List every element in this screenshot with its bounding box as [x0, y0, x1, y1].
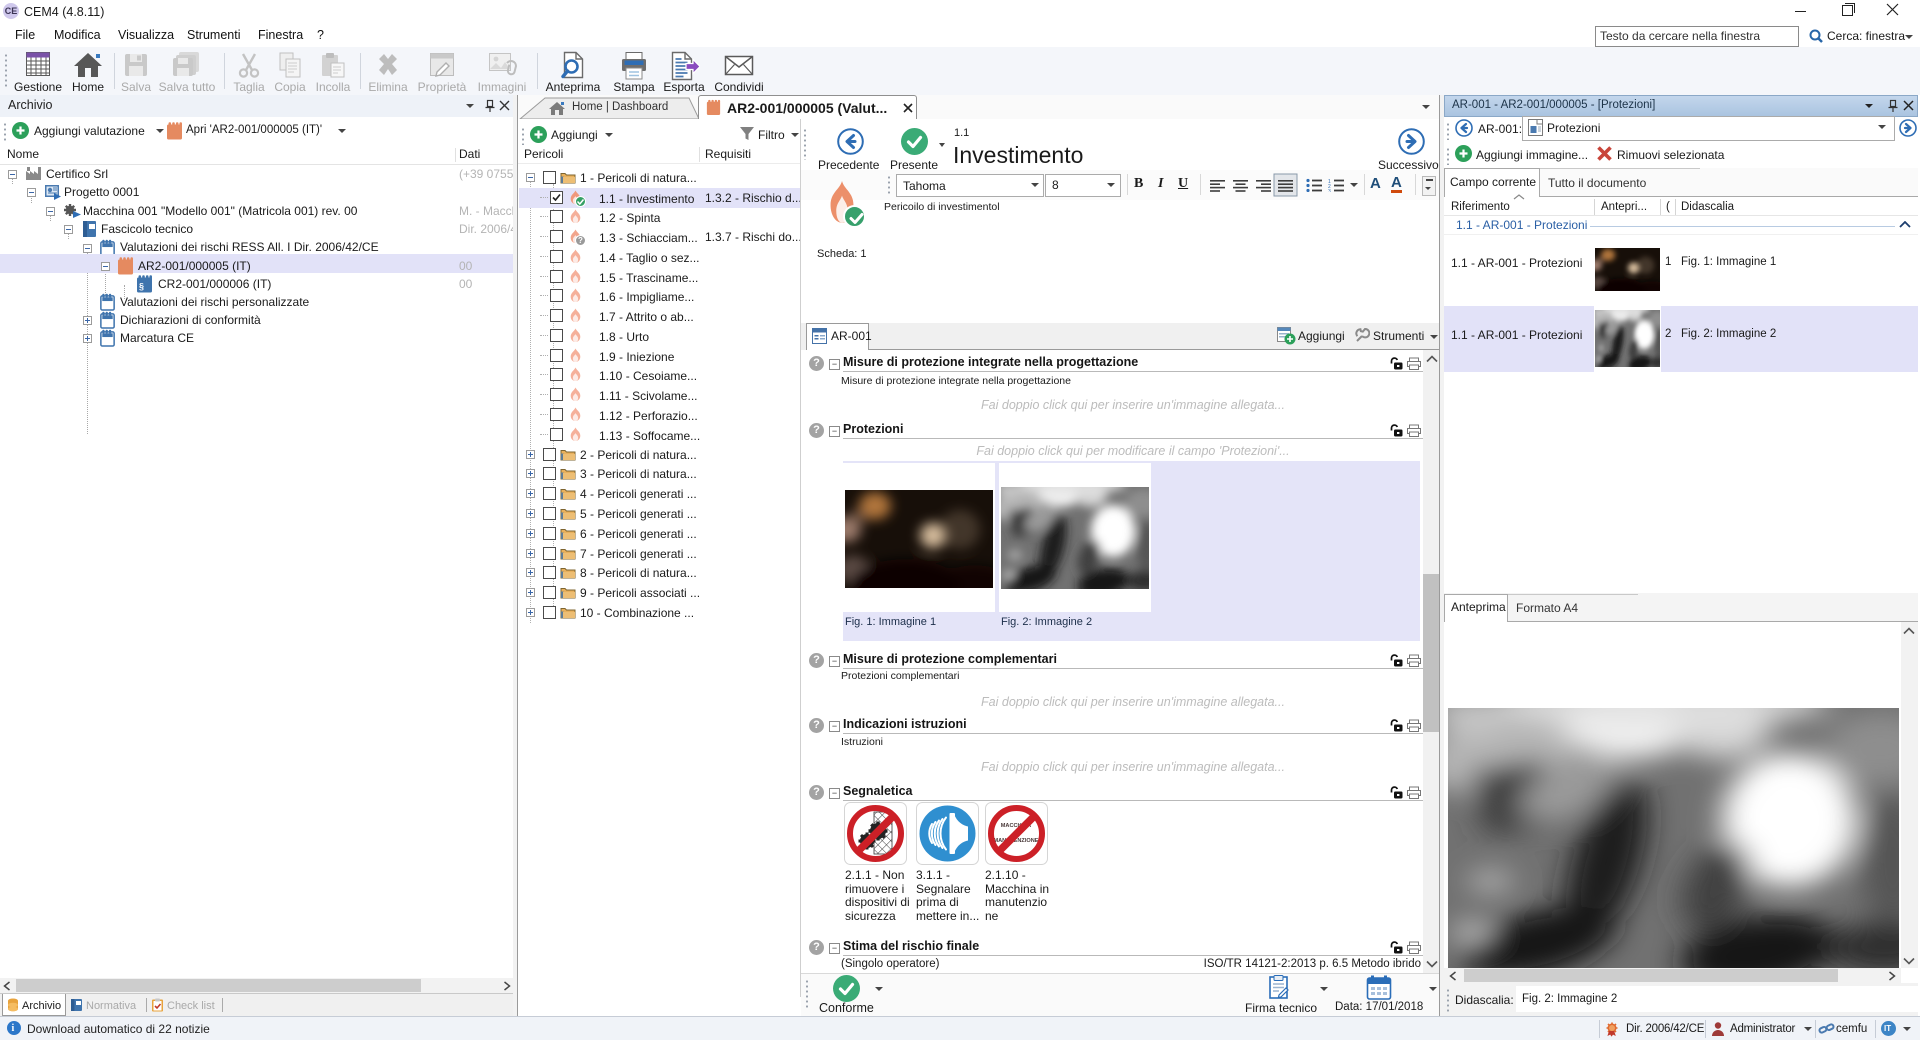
svg-text:3: 3 — [1328, 189, 1331, 192]
svg-text:§: § — [139, 282, 144, 292]
